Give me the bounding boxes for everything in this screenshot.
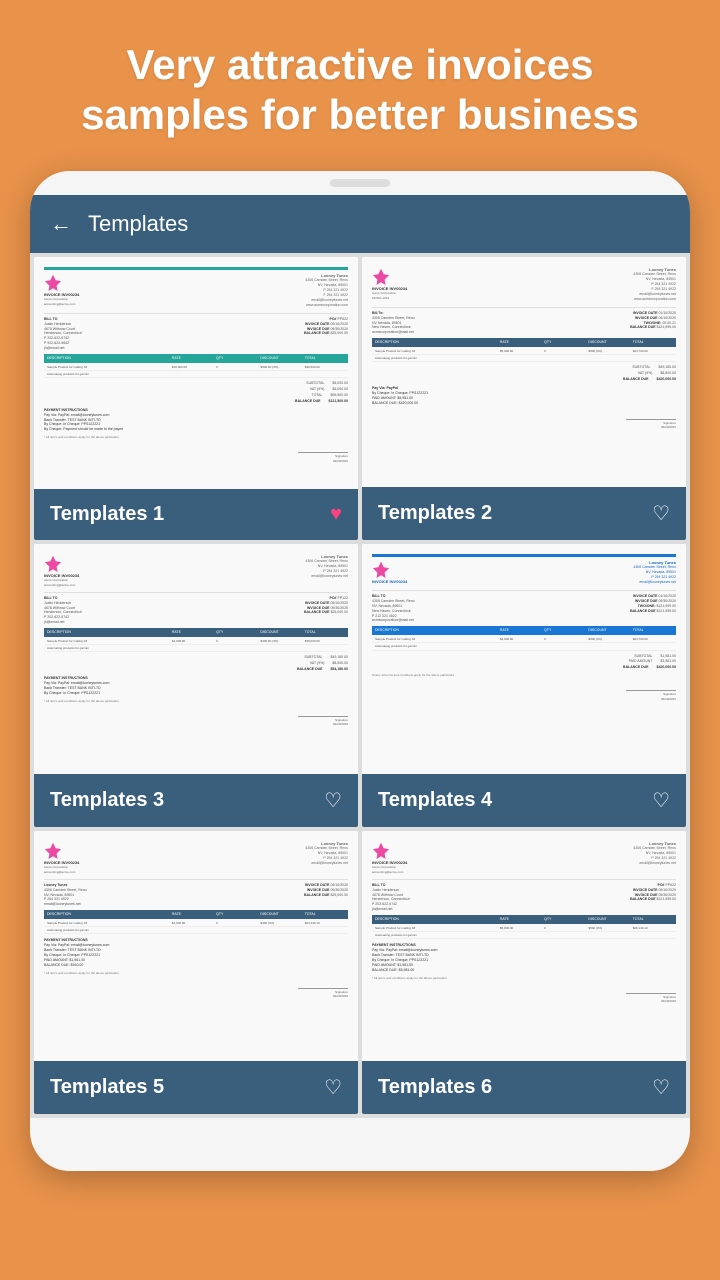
- phone-wrapper: ← Templates: [0, 161, 720, 1171]
- template-card-1[interactable]: INVOICE INV00234 Acme Corporation accoun…: [34, 257, 358, 540]
- template-name-1: Templates 1: [50, 503, 164, 526]
- favorite-button-3[interactable]: ♡: [324, 788, 342, 813]
- hero-section: Very attractive invoices samples for bet…: [0, 0, 720, 161]
- favorite-button-2[interactable]: ♡: [652, 501, 670, 526]
- template-name-2: Templates 2: [378, 502, 492, 525]
- back-button[interactable]: ←: [50, 211, 72, 237]
- phone-speaker: [330, 179, 390, 187]
- template-card-5[interactable]: INVOICE INV00234 Acme Corporation accoun…: [34, 831, 358, 1114]
- header-title: Templates: [88, 211, 188, 237]
- template-label-bar-1: Templates 1 ♥: [34, 489, 358, 540]
- template-label-bar-4: Templates 4 ♡: [362, 774, 686, 827]
- template-card-3[interactable]: INVOICE INV00234 Acme Corporation accoun…: [34, 544, 358, 827]
- templates-grid: INVOICE INV00234 Acme Corporation accoun…: [30, 253, 690, 1118]
- template-preview-6: INVOICE INV00234 Acme Corporation accoun…: [362, 831, 686, 1061]
- template-preview-1: INVOICE INV00234 Acme Corporation accoun…: [34, 257, 358, 489]
- hero-title: Very attractive invoices samples for bet…: [60, 40, 660, 141]
- template-label-bar-3: Templates 3 ♡: [34, 774, 358, 827]
- template-name-6: Templates 6: [378, 1076, 492, 1099]
- favorite-button-5[interactable]: ♡: [324, 1075, 342, 1100]
- template-label-bar-6: Templates 6 ♡: [362, 1061, 686, 1114]
- template-label-bar-2: Templates 2 ♡: [362, 487, 686, 540]
- phone-frame: ← Templates: [30, 171, 690, 1171]
- template-card-4[interactable]: INVOICE INV00234 Looney Tunes 4306 Camde…: [362, 544, 686, 827]
- favorite-button-4[interactable]: ♡: [652, 788, 670, 813]
- favorite-button-1[interactable]: ♥: [330, 503, 342, 526]
- template-preview-4: INVOICE INV00234 Looney Tunes 4306 Camde…: [362, 544, 686, 774]
- template-name-5: Templates 5: [50, 1076, 164, 1099]
- template-label-bar-5: Templates 5 ♡: [34, 1061, 358, 1114]
- favorite-button-6[interactable]: ♡: [652, 1075, 670, 1100]
- phone-top-bar: [30, 171, 690, 195]
- template-preview-5: INVOICE INV00234 Acme Corporation accoun…: [34, 831, 358, 1061]
- template-preview-2: INVOICE INV00234 Acme Corporation MONO-1…: [362, 257, 686, 487]
- template-name-3: Templates 3: [50, 789, 164, 812]
- template-card-6[interactable]: INVOICE INV00234 Acme Corporation accoun…: [362, 831, 686, 1114]
- template-name-4: Templates 4: [378, 789, 492, 812]
- template-preview-3: INVOICE INV00234 Acme Corporation accoun…: [34, 544, 358, 774]
- template-card-2[interactable]: INVOICE INV00234 Acme Corporation MONO-1…: [362, 257, 686, 540]
- app-header: ← Templates: [30, 195, 690, 253]
